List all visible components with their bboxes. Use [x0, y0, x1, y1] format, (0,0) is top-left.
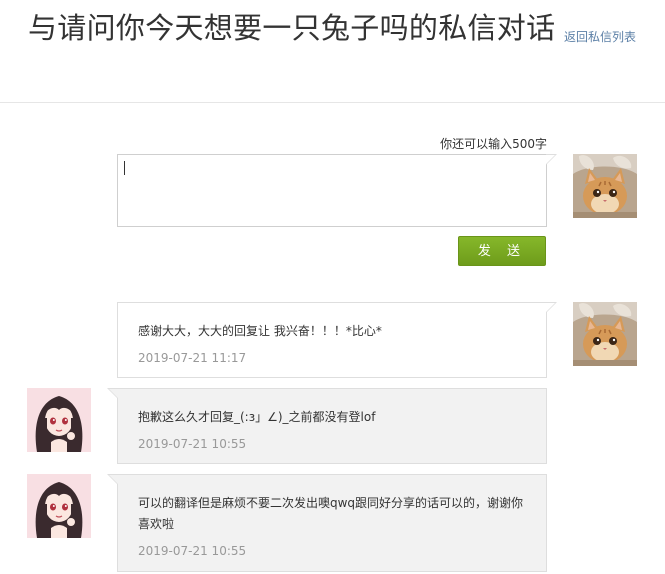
my-avatar[interactable] — [573, 302, 637, 366]
message-text: 感谢大大，大大的回复让 我兴奋！！！*比心* — [138, 324, 382, 338]
message-timestamp: 2019-07-21 10:55 — [138, 544, 247, 558]
sender-avatar[interactable] — [27, 388, 91, 452]
bubble-tail — [107, 388, 118, 399]
kitten-avatar-icon — [573, 302, 637, 366]
char-count-label: 你还可以输入500字 — [440, 137, 547, 151]
message-bubble: 可以的翻译但是麻烦不要二次发出噢qwq跟同好分享的话可以的，谢谢你喜欢啦 201… — [107, 474, 547, 572]
anime-girl-avatar-icon — [27, 474, 91, 538]
bubble-tail — [546, 302, 557, 313]
kitten-avatar-icon — [573, 154, 637, 218]
send-button[interactable]: 发 送 — [458, 236, 546, 266]
message-text: 抱歉这么久才回复_(:з」∠)_之前都没有登lof — [138, 410, 376, 424]
message-text: 可以的翻译但是麻烦不要二次发出噢qwq跟同好分享的话可以的，谢谢你喜欢啦 — [138, 496, 524, 531]
message-bubble: 抱歉这么久才回复_(:з」∠)_之前都没有登lof 2019-07-21 10:… — [107, 388, 547, 464]
my-avatar[interactable] — [573, 154, 637, 218]
message-bubble: 感谢大大，大大的回复让 我兴奋！！！*比心* 2019-07-21 11:17 — [117, 302, 557, 378]
message-timestamp: 2019-07-21 10:55 — [138, 437, 247, 451]
anime-girl-avatar-icon — [27, 388, 91, 452]
back-to-messages-link[interactable]: 返回私信列表 — [564, 28, 636, 45]
page-header: 与请问你今天想要一只兔子吗的私信对话 返回私信列表 — [0, 0, 665, 103]
compose-box — [117, 154, 557, 227]
bubble-tail — [546, 154, 557, 165]
page-title: 与请问你今天想要一只兔子吗的私信对话 — [28, 11, 556, 45]
text-cursor — [124, 161, 125, 175]
message-timestamp: 2019-07-21 11:17 — [138, 351, 247, 365]
bubble-tail — [107, 474, 118, 485]
sender-avatar[interactable] — [27, 474, 91, 538]
message-input[interactable] — [118, 155, 546, 226]
